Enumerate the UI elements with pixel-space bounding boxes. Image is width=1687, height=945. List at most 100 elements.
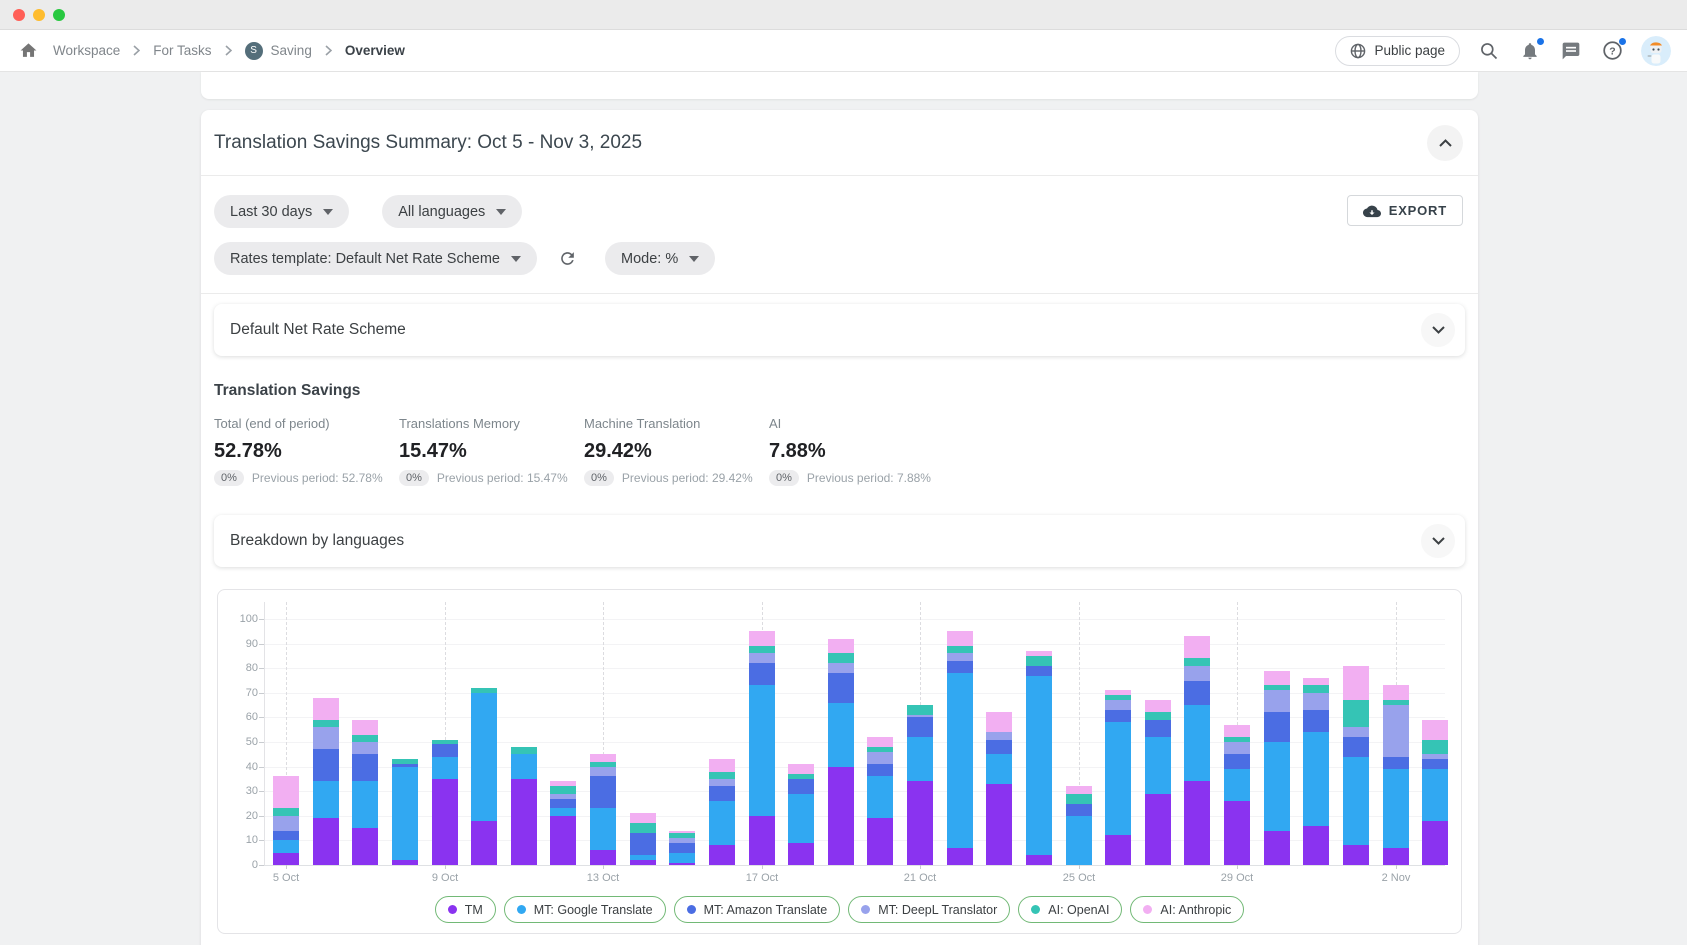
legend-item[interactable]: AI: Anthropic [1130, 896, 1244, 923]
chart-bar-segment [1026, 656, 1052, 666]
notifications-bell-icon[interactable] [1518, 39, 1542, 63]
help-notification-dot [1618, 37, 1627, 46]
stat-column: Translations Memory15.47%0%Previous peri… [399, 416, 584, 486]
collapse-summary-button[interactable] [1427, 125, 1463, 161]
legend-item[interactable]: MT: Google Translate [504, 896, 666, 923]
chart-bar-segment [1422, 754, 1448, 759]
x-axis-tick [603, 865, 604, 869]
languages-filter-dropdown[interactable]: All languages [382, 195, 522, 228]
window-zoom-button[interactable] [53, 9, 65, 21]
chart-bar-segment [1422, 740, 1448, 754]
chart-bar-segment [1184, 705, 1210, 781]
chart-bar-segment [709, 759, 735, 772]
chart-bar-segment [907, 737, 933, 781]
chart-bar-segment [392, 759, 418, 764]
y-gridline [264, 644, 1445, 645]
breadcrumb-project[interactable]: S Saving [245, 42, 312, 60]
window-minimize-button[interactable] [33, 9, 45, 21]
breadcrumb-workspace[interactable]: Workspace [53, 43, 120, 58]
chart-bar-segment [590, 754, 616, 762]
chart-bar-segment [1145, 737, 1171, 794]
chevron-right-icon [325, 45, 332, 56]
chart-bar-segment [907, 717, 933, 737]
top-navigation-bar: Workspace For Tasks S Saving Overview Pu… [0, 30, 1687, 72]
expand-breakdown-button[interactable] [1421, 524, 1455, 558]
chart-bar-segment [630, 833, 656, 855]
chart-bar-segment [273, 853, 299, 865]
breadcrumb-group[interactable]: For Tasks [153, 43, 211, 58]
summary-card-header: Translation Savings Summary: Oct 5 - Nov… [201, 110, 1478, 176]
x-axis-tick [762, 865, 763, 869]
period-filter-dropdown[interactable]: Last 30 days [214, 195, 349, 228]
translation-savings-heading: Translation Savings [214, 382, 1465, 400]
public-page-button[interactable]: Public page [1335, 36, 1460, 66]
x-axis-tick [1237, 865, 1238, 869]
legend-item[interactable]: MT: Amazon Translate [674, 896, 841, 923]
stat-delta-badge: 0% [214, 470, 244, 486]
chart-bar-segment [1105, 835, 1131, 865]
search-icon[interactable] [1477, 39, 1501, 63]
home-icon[interactable] [16, 39, 40, 63]
x-axis-tick [920, 865, 921, 869]
chart-bar-segment [273, 840, 299, 853]
legend-color-dot [517, 905, 526, 914]
stat-value: 52.78% [214, 440, 399, 463]
legend-label: AI: OpenAI [1048, 903, 1109, 917]
chart-bar-segment [1184, 681, 1210, 705]
expand-rate-scheme-button[interactable] [1421, 313, 1455, 347]
window-close-button[interactable] [13, 9, 25, 21]
x-axis-label: 2 Nov [1366, 872, 1426, 884]
legend-item[interactable]: TM [435, 896, 496, 923]
messages-icon[interactable] [1559, 39, 1583, 63]
legend-item[interactable]: AI: OpenAI [1018, 896, 1122, 923]
chart-bar-segment [1105, 695, 1131, 700]
refresh-rates-button[interactable] [553, 245, 581, 273]
chart-bar-segment [1105, 722, 1131, 835]
legend-item[interactable]: MT: DeepL Translator [848, 896, 1010, 923]
stat-previous-period: Previous period: 15.47% [437, 471, 568, 485]
chart-bar-segment [550, 794, 576, 799]
chart-bar-segment [867, 764, 893, 776]
chart-bar-segment [749, 663, 775, 685]
summary-title: Translation Savings Summary: Oct 5 - Nov… [214, 132, 642, 154]
chart-bar-segment [828, 703, 854, 767]
chevron-down-icon [1432, 326, 1445, 334]
globe-icon [1350, 43, 1366, 59]
chart-bar-segment [550, 781, 576, 786]
chart-bar-segment [1066, 816, 1092, 865]
rates-template-dropdown[interactable]: Rates template: Default Net Rate Scheme [214, 242, 537, 275]
chart-bar-segment [313, 720, 339, 727]
mode-dropdown[interactable]: Mode: % [605, 242, 715, 275]
chevron-right-icon [133, 45, 140, 56]
chart-bar-segment [749, 816, 775, 865]
chart-bar-segment [907, 705, 933, 715]
chart-bar-segment [471, 688, 497, 693]
stat-previous-period: Previous period: 7.88% [807, 471, 931, 485]
scrolled-card-remnant [201, 72, 1478, 99]
chart-bar-segment [590, 808, 616, 850]
chart-bar-segment [550, 799, 576, 808]
chevron-right-icon [225, 45, 232, 56]
user-avatar[interactable] [1641, 36, 1671, 66]
public-page-label: Public page [1374, 43, 1445, 58]
export-button[interactable]: EXPORT [1347, 195, 1463, 226]
y-axis-label: 70 [218, 687, 258, 699]
x-axis-tick [286, 865, 287, 869]
period-filter-label: Last 30 days [230, 204, 312, 220]
chart-bar-segment [1105, 690, 1131, 695]
help-icon[interactable]: ? [1600, 39, 1624, 63]
x-axis-label: 5 Oct [256, 872, 316, 884]
chart-bar-segment [352, 720, 378, 735]
stat-label: Total (end of period) [214, 416, 399, 431]
chart-bar-segment [947, 653, 973, 661]
caret-down-icon [496, 209, 506, 215]
legend-color-dot [1143, 905, 1152, 914]
chart-bar-segment [1066, 786, 1092, 794]
legend-label: MT: Amazon Translate [704, 903, 828, 917]
rate-scheme-panel-title: Default Net Rate Scheme [230, 321, 406, 339]
chart-bar-segment [1343, 845, 1369, 865]
chart-bar-segment [352, 781, 378, 828]
chart-bar-segment [392, 767, 418, 860]
legend-label: MT: DeepL Translator [878, 903, 997, 917]
chart-bar-segment [432, 757, 458, 779]
